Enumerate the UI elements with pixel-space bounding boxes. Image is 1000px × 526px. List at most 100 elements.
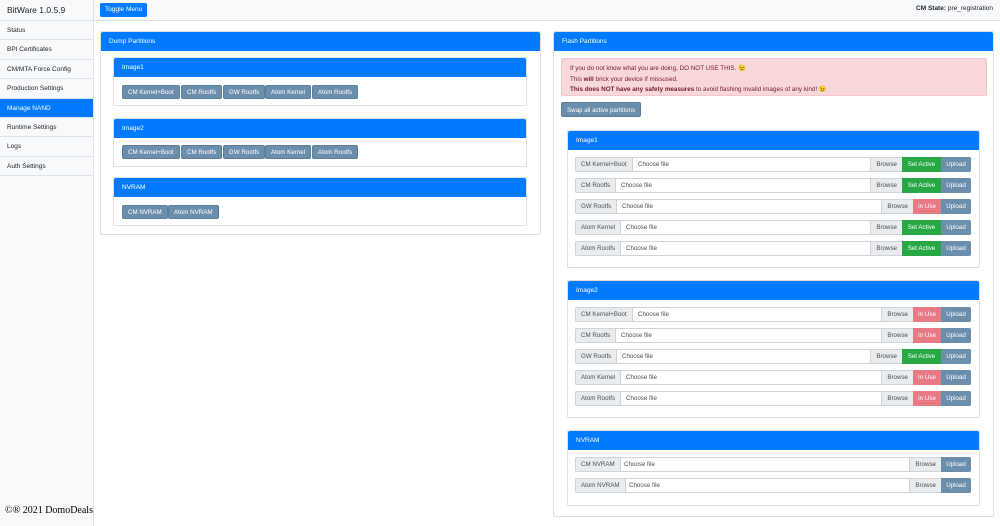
flash-image1-row-cm-rootfs: CM Rootfs Choose file Browse Set Active … <box>575 178 971 193</box>
dump-partitions-header: Dump Partitions <box>101 32 540 51</box>
partition-label: GW Rootfs <box>576 350 618 363</box>
dump-cm-nvram-button[interactable]: CM NVRAM <box>122 205 168 219</box>
partition-label: Atom Kernel <box>576 221 622 234</box>
swap-active-partitions-button[interactable]: Swap all active partitions <box>561 102 642 117</box>
dump-image2-atom-kernel-button[interactable]: Atom Kernel <box>265 145 312 159</box>
file-input[interactable]: Choose file <box>616 179 652 192</box>
dump-image1-header: Image1 <box>114 58 526 77</box>
warning-line-3: This does NOT have any safety measures t… <box>570 86 827 93</box>
browse-button[interactable]: Browse <box>881 308 913 321</box>
flash-image2-row-cm-kernel-boot: CM Kernel+Boot Choose file Browse In Use… <box>575 307 971 322</box>
upload-button[interactable]: Upload <box>941 391 971 406</box>
file-input[interactable]: Choose file <box>621 371 657 384</box>
upload-button[interactable]: Upload <box>941 478 971 493</box>
upload-button[interactable]: Upload <box>941 220 971 235</box>
file-input[interactable]: Choose file <box>633 158 669 171</box>
upload-button[interactable]: Upload <box>941 349 971 364</box>
flash-image2-row-cm-rootfs: CM Rootfs Choose file Browse In Use Uplo… <box>575 328 971 343</box>
sidebar-item-manage-nand[interactable]: Manage NAND <box>0 98 93 118</box>
flash-image2-header: Image2 <box>568 281 979 300</box>
upload-button[interactable]: Upload <box>941 178 971 193</box>
cm-state-label: CM State: <box>916 5 947 12</box>
browse-button[interactable]: Browse <box>870 221 902 234</box>
toggle-menu-button[interactable]: Toggle Menu <box>100 3 148 17</box>
sidebar-item-logs[interactable]: Logs <box>0 137 93 157</box>
file-input[interactable]: Choose file <box>633 308 669 321</box>
partition-label: CM Rootfs <box>576 329 617 342</box>
file-input[interactable]: Choose file <box>621 221 657 234</box>
file-input[interactable]: Choose file <box>621 392 657 405</box>
file-input[interactable]: Choose file <box>621 242 657 255</box>
browse-button[interactable]: Browse <box>909 479 941 492</box>
in-use-badge: In Use <box>913 307 941 322</box>
partition-label: CM Kernel+Boot <box>576 158 633 171</box>
in-use-badge: In Use <box>913 328 941 343</box>
browse-button[interactable]: Browse <box>881 329 913 342</box>
upload-button[interactable]: Upload <box>941 307 971 322</box>
set-active-button[interactable]: Set Active <box>902 157 941 172</box>
sidebar-item-production-settings[interactable]: Production Settings <box>0 79 93 99</box>
browse-button[interactable]: Browse <box>881 392 913 405</box>
flash-image2-row-atom-kernel: Atom Kernel Choose file Browse In Use Up… <box>575 370 971 385</box>
partition-label: Atom NVRAM <box>576 479 626 492</box>
upload-button[interactable]: Upload <box>941 157 971 172</box>
set-active-button[interactable]: Set Active <box>902 220 941 235</box>
dump-image1-gw-rootfs-button[interactable]: GW Rootfs <box>223 85 266 99</box>
browse-button[interactable]: Browse <box>881 200 913 213</box>
in-use-badge: In Use <box>913 370 941 385</box>
dump-image2-header: Image2 <box>114 119 526 138</box>
browse-button[interactable]: Browse <box>870 242 902 255</box>
dump-image2-cm-kernel-boot-button[interactable]: CM Kernel+Boot <box>122 145 180 159</box>
upload-button[interactable]: Upload <box>941 241 971 256</box>
browse-button[interactable]: Browse <box>870 350 902 363</box>
file-input[interactable]: Choose file <box>624 479 660 492</box>
browse-button[interactable]: Browse <box>870 179 902 192</box>
partition-label: CM NVRAM <box>576 458 621 471</box>
file-input[interactable]: Choose file <box>616 329 652 342</box>
dump-image2-cm-rootfs-button[interactable]: CM Rootfs <box>181 145 223 159</box>
top-navbar: Toggle Menu CM State: pre_registration <box>94 0 1000 21</box>
cm-state-value: pre_registration <box>947 5 993 12</box>
file-input[interactable]: Choose file <box>617 350 653 363</box>
copyright-text: ©® 2021 DomoDeals <box>5 505 93 516</box>
dump-image1-atom-rootfs-button[interactable]: Atom Rootfs <box>312 85 359 99</box>
set-active-button[interactable]: Set Active <box>902 349 941 364</box>
partition-label: Atom Kernel <box>576 371 622 384</box>
dump-image1-atom-kernel-button[interactable]: Atom Kernel <box>265 85 312 99</box>
dump-atom-nvram-button[interactable]: Atom NVRAM <box>168 205 219 219</box>
dump-image1-cm-rootfs-button[interactable]: CM Rootfs <box>181 85 223 99</box>
flash-partitions-header: Flash Partitions <box>554 32 993 51</box>
dump-image2-gw-rootfs-button[interactable]: GW Rootfs <box>223 145 266 159</box>
dump-image2-atom-rootfs-button[interactable]: Atom Rootfs <box>312 145 359 159</box>
warning-alert: If you do not know what you are doing, D… <box>561 58 987 96</box>
set-active-button[interactable]: Set Active <box>902 241 941 256</box>
browse-button[interactable]: Browse <box>870 158 902 171</box>
file-input[interactable]: Choose file <box>619 458 655 471</box>
partition-label: Atom Rootfs <box>576 392 622 405</box>
upload-button[interactable]: Upload <box>941 370 971 385</box>
in-use-badge: In Use <box>913 199 941 214</box>
sidebar: BitWare 1.0.5.9 Status BPI Certificates … <box>0 0 94 526</box>
upload-button[interactable]: Upload <box>941 457 971 472</box>
file-input[interactable]: Choose file <box>617 200 653 213</box>
partition-label: CM Kernel+Boot <box>576 308 633 321</box>
upload-button[interactable]: Upload <box>941 199 971 214</box>
dump-image1-cm-kernel-boot-button[interactable]: CM Kernel+Boot <box>122 85 180 99</box>
browse-button[interactable]: Browse <box>909 458 941 471</box>
sidebar-item-status[interactable]: Status <box>0 21 93 41</box>
sidebar-item-cm-mta-force-config[interactable]: CM/MTA Force Config <box>0 60 93 80</box>
flash-image1-row-atom-rootfs: Atom Rootfs Choose file Browse Set Activ… <box>575 241 971 256</box>
sidebar-item-runtime-settings[interactable]: Runtime Settings <box>0 118 93 138</box>
sidebar-item-auth-settings[interactable]: Auth Settings <box>0 157 93 177</box>
browse-button[interactable]: Browse <box>881 371 913 384</box>
partition-label: Atom Rootfs <box>576 242 622 255</box>
sidebar-item-bpi-certificates[interactable]: BPI Certificates <box>0 40 93 60</box>
cm-state-indicator: CM State: pre_registration <box>916 5 993 12</box>
flash-image1-row-cm-kernel-boot: CM Kernel+Boot Choose file Browse Set Ac… <box>575 157 971 172</box>
upload-button[interactable]: Upload <box>941 328 971 343</box>
flash-image1-header: Image1 <box>568 131 979 150</box>
flash-nvram-row-cm-nvram: CM NVRAM Choose file Browse Upload <box>575 457 971 472</box>
flash-nvram-row-atom-nvram: Atom NVRAM Choose file Browse Upload <box>575 478 971 493</box>
set-active-button[interactable]: Set Active <box>902 178 941 193</box>
dump-nvram-header: NVRAM <box>114 178 526 197</box>
